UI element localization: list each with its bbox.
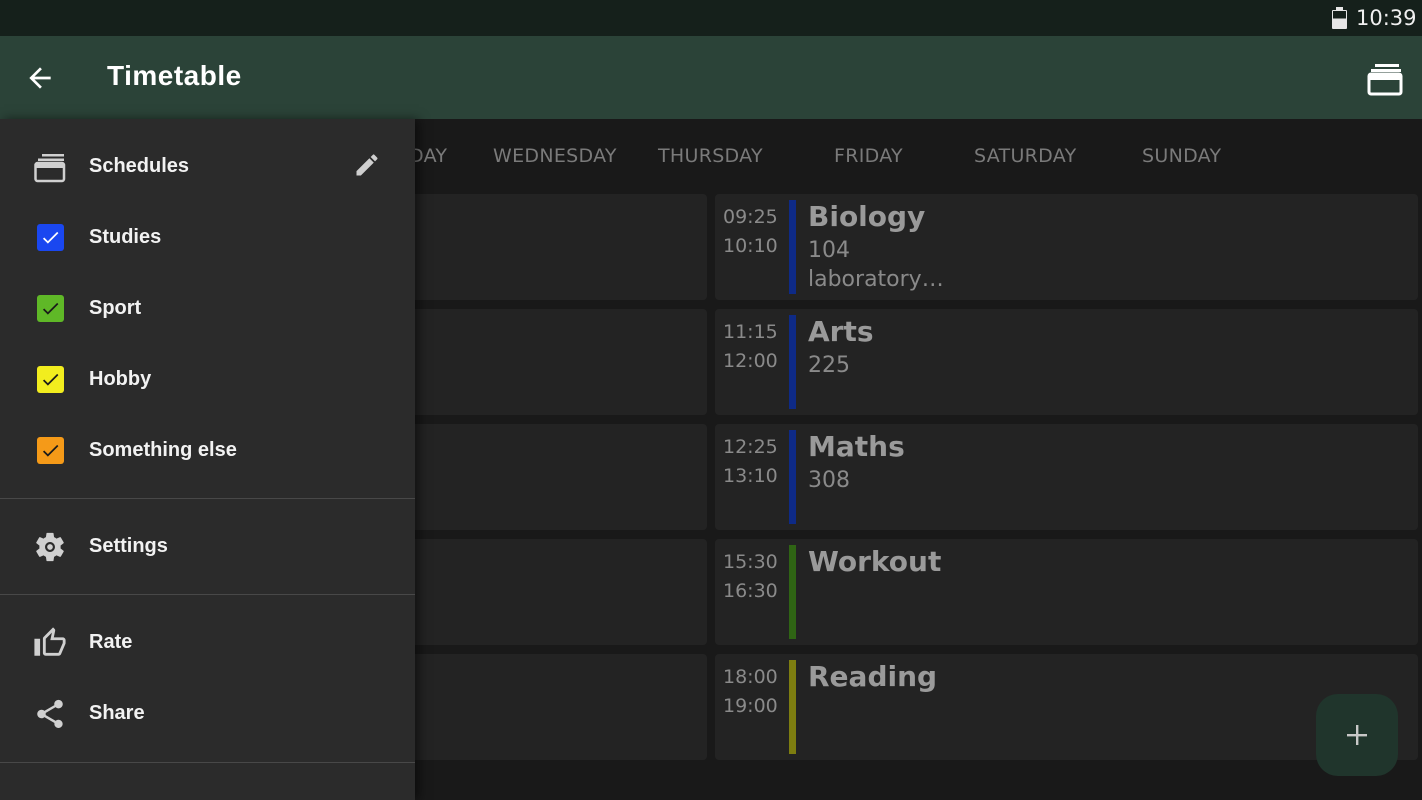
drawer-divider (0, 594, 415, 595)
event-start-time: 09:25 (723, 206, 778, 228)
gear-icon (36, 532, 64, 562)
event-end-time: 19:00 (723, 695, 778, 717)
day-header-sunday: SUNDAY (1142, 145, 1222, 167)
schedules-icon[interactable] (1364, 58, 1406, 100)
drawer-item-sport[interactable]: Sport (0, 279, 415, 339)
event-end-time: 13:10 (723, 465, 778, 487)
day-header-wednesday: WEDNESDAY (493, 145, 617, 167)
event-color-bar (789, 315, 796, 409)
drawer-item-studies[interactable]: Studies (0, 208, 415, 268)
drawer-item-settings[interactable]: Settings (0, 517, 415, 577)
add-event-button[interactable] (1316, 694, 1398, 776)
event-name: Maths (808, 430, 905, 463)
day-header-friday: FRIDAY (834, 145, 903, 167)
event-end-time: 12:00 (723, 350, 778, 372)
event-end-time: 16:30 (723, 580, 778, 602)
check-icon (42, 373, 59, 386)
event-start-time: 11:15 (723, 321, 778, 343)
drawer-item-share[interactable]: Share (0, 684, 415, 744)
event-name: Workout (808, 545, 942, 578)
event-start-time: 18:00 (723, 666, 778, 688)
event-color-bar (789, 200, 796, 294)
drawer-item-label: Something else (89, 439, 237, 461)
event-room: 104 (808, 238, 850, 263)
event-card-arts[interactable]: 11:15 12:00 Arts 225 (715, 309, 1418, 415)
event-start-time: 12:25 (723, 436, 778, 458)
category-checkbox-hobby[interactable] (37, 366, 64, 393)
category-checkbox-studies[interactable] (37, 224, 64, 251)
page-title: Timetable (107, 60, 242, 91)
event-start-time: 15:30 (723, 551, 778, 573)
event-card-maths[interactable]: 12:25 13:10 Maths 308 (715, 424, 1418, 530)
share-icon (37, 699, 63, 729)
drawer-item-label: Share (89, 702, 145, 724)
plus-icon (1347, 725, 1367, 745)
day-header-thursday: THURSDAY (658, 145, 763, 167)
app-bar: Timetable (0, 36, 1422, 119)
navigation-drawer: Schedules Studies Sport Hobby Something … (0, 119, 415, 800)
drawer-item-label: Rate (89, 631, 133, 653)
event-name: Arts (808, 315, 874, 348)
category-checkbox-sport[interactable] (37, 295, 64, 322)
drawer-item-rate[interactable]: Rate (0, 613, 415, 673)
drawer-item-label: Schedules (89, 155, 190, 177)
drawer-item-label: Settings (89, 535, 168, 557)
battery-icon (1332, 7, 1347, 29)
check-icon (42, 302, 59, 315)
empty-slot[interactable] (405, 309, 707, 415)
check-icon (42, 444, 59, 457)
empty-slot[interactable] (405, 654, 707, 760)
drawer-divider (0, 762, 415, 763)
arrow-left-icon[interactable] (24, 62, 56, 94)
event-card-biology[interactable]: 09:25 10:10 Biology 104 laboratory… (715, 194, 1418, 300)
day-header-saturday: SATURDAY (974, 145, 1077, 167)
event-room: 225 (808, 353, 850, 378)
status-bar: 10:39 (0, 0, 1422, 36)
event-card-workout[interactable]: 15:30 16:30 Workout (715, 539, 1418, 645)
drawer-item-label: Sport (89, 297, 142, 319)
drawer-item-label: Studies (89, 226, 162, 248)
schedules-icon (34, 154, 66, 183)
empty-slot[interactable] (405, 194, 707, 300)
drawer-divider (0, 498, 415, 499)
event-color-bar (789, 660, 796, 754)
pencil-icon[interactable] (353, 151, 381, 179)
empty-slot[interactable] (405, 424, 707, 530)
event-end-time: 10:10 (723, 235, 778, 257)
drawer-item-something-else[interactable]: Something else (0, 421, 415, 481)
empty-slot[interactable] (405, 539, 707, 645)
drawer-item-label: Hobby (89, 368, 152, 390)
drawer-item-hobby[interactable]: Hobby (0, 350, 415, 410)
status-time: 10:39 (1356, 6, 1417, 30)
event-room: 308 (808, 468, 850, 493)
event-note: laboratory… (808, 267, 944, 292)
event-name: Biology (808, 200, 926, 233)
event-color-bar (789, 430, 796, 524)
event-name: Reading (808, 660, 938, 693)
category-checkbox-something-else[interactable] (37, 437, 64, 464)
event-color-bar (789, 545, 796, 639)
check-icon (42, 231, 59, 244)
event-card-reading[interactable]: 18:00 19:00 Reading (715, 654, 1418, 760)
thumbs-up-icon (34, 627, 66, 656)
